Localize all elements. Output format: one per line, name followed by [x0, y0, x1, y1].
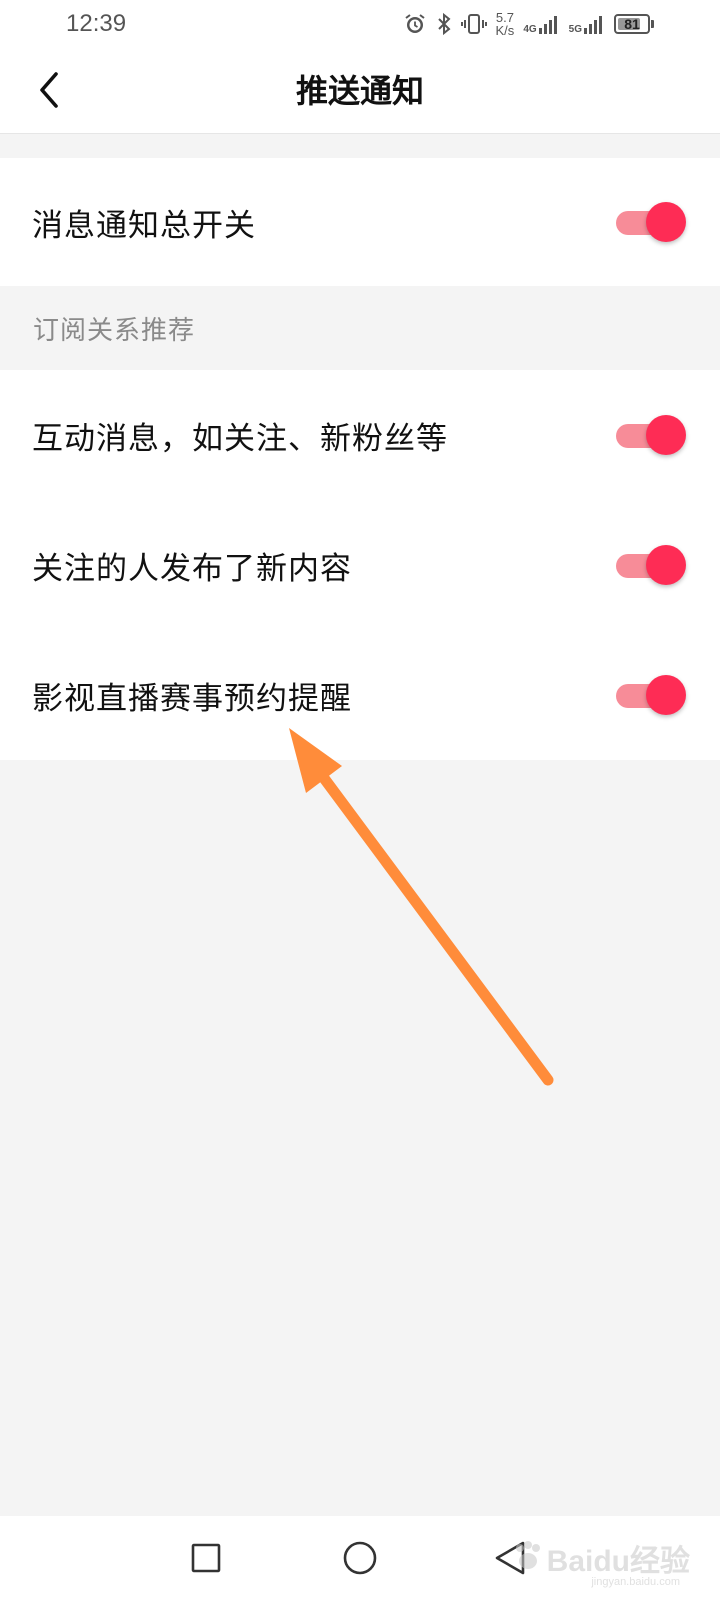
setting-row-following-content: 关注的人发布了新内容	[0, 500, 720, 630]
home-icon	[343, 1541, 377, 1575]
network-speed: 5.7 K/s	[496, 11, 515, 37]
sim2-signal: 5G	[569, 13, 605, 35]
setting-label: 关注的人发布了新内容	[32, 550, 352, 587]
alarm-icon	[403, 12, 427, 36]
sim2-network-type: 5G	[568, 24, 582, 35]
setting-row-interaction: 互动消息，如关注、新粉丝等	[0, 370, 720, 500]
setting-row-master: 消息通知总开关	[0, 158, 720, 286]
master-switch-card: 消息通知总开关	[0, 158, 720, 286]
subscription-settings-card: 互动消息，如关注、新粉丝等 关注的人发布了新内容 影视直播赛事预约提醒	[0, 370, 720, 760]
network-speed-unit: K/s	[495, 23, 515, 38]
reservation-reminder-toggle[interactable]	[616, 675, 690, 715]
section-header: 订阅关系推荐	[0, 286, 720, 370]
setting-label: 互动消息，如关注、新粉丝等	[32, 420, 448, 457]
watermark-subtext: jingyan.baidu.com	[591, 1576, 680, 1588]
recent-apps-icon	[191, 1543, 221, 1573]
status-icons: 5.7 K/s 4G 5G 81	[403, 11, 654, 37]
signal-icon	[584, 16, 602, 34]
setting-row-reservation-reminder: 影视直播赛事预约提醒	[0, 630, 720, 760]
sim1-network-type: 4G	[523, 24, 537, 35]
signal-icon	[538, 16, 557, 34]
section-title: 订阅关系推荐	[33, 315, 196, 346]
vibrate-icon	[460, 12, 487, 36]
battery-icon: 81	[614, 14, 654, 34]
toggle-thumb	[646, 675, 686, 715]
battery-level-text: 81	[624, 16, 640, 32]
bluetooth-icon	[436, 12, 452, 36]
paw-logo-icon	[511, 1539, 545, 1577]
navigation-bar: Baidu经验 jingyan.baidu.com	[0, 1516, 720, 1600]
page-title: 推送通知	[295, 72, 424, 110]
app-screen: 12:39 5.7 K/s 4G 5G 81 推送通知 消息通知总开关 订阅关系…	[0, 0, 720, 1600]
battery-cap	[651, 20, 654, 28]
home-button[interactable]	[340, 1538, 380, 1578]
toggle-thumb	[646, 415, 686, 455]
watermark-text: Baidu经验	[546, 1545, 690, 1578]
sim1-signal: 4G	[523, 13, 559, 35]
header: 推送通知	[0, 48, 720, 134]
toggle-thumb	[646, 202, 686, 242]
setting-label: 影视直播赛事预约提醒	[32, 680, 352, 717]
interaction-messages-toggle[interactable]	[616, 415, 690, 455]
battery-body: 81	[614, 14, 650, 34]
status-bar: 12:39 5.7 K/s 4G 5G 81	[0, 0, 720, 48]
master-notification-toggle[interactable]	[616, 202, 690, 242]
toggle-thumb	[646, 545, 686, 585]
following-content-toggle[interactable]	[616, 545, 690, 585]
setting-label: 消息通知总开关	[32, 207, 256, 244]
status-time: 12:39	[66, 10, 127, 37]
watermark: Baidu经验 jingyan.baidu.com	[511, 1530, 690, 1588]
recent-apps-button[interactable]	[186, 1538, 226, 1578]
